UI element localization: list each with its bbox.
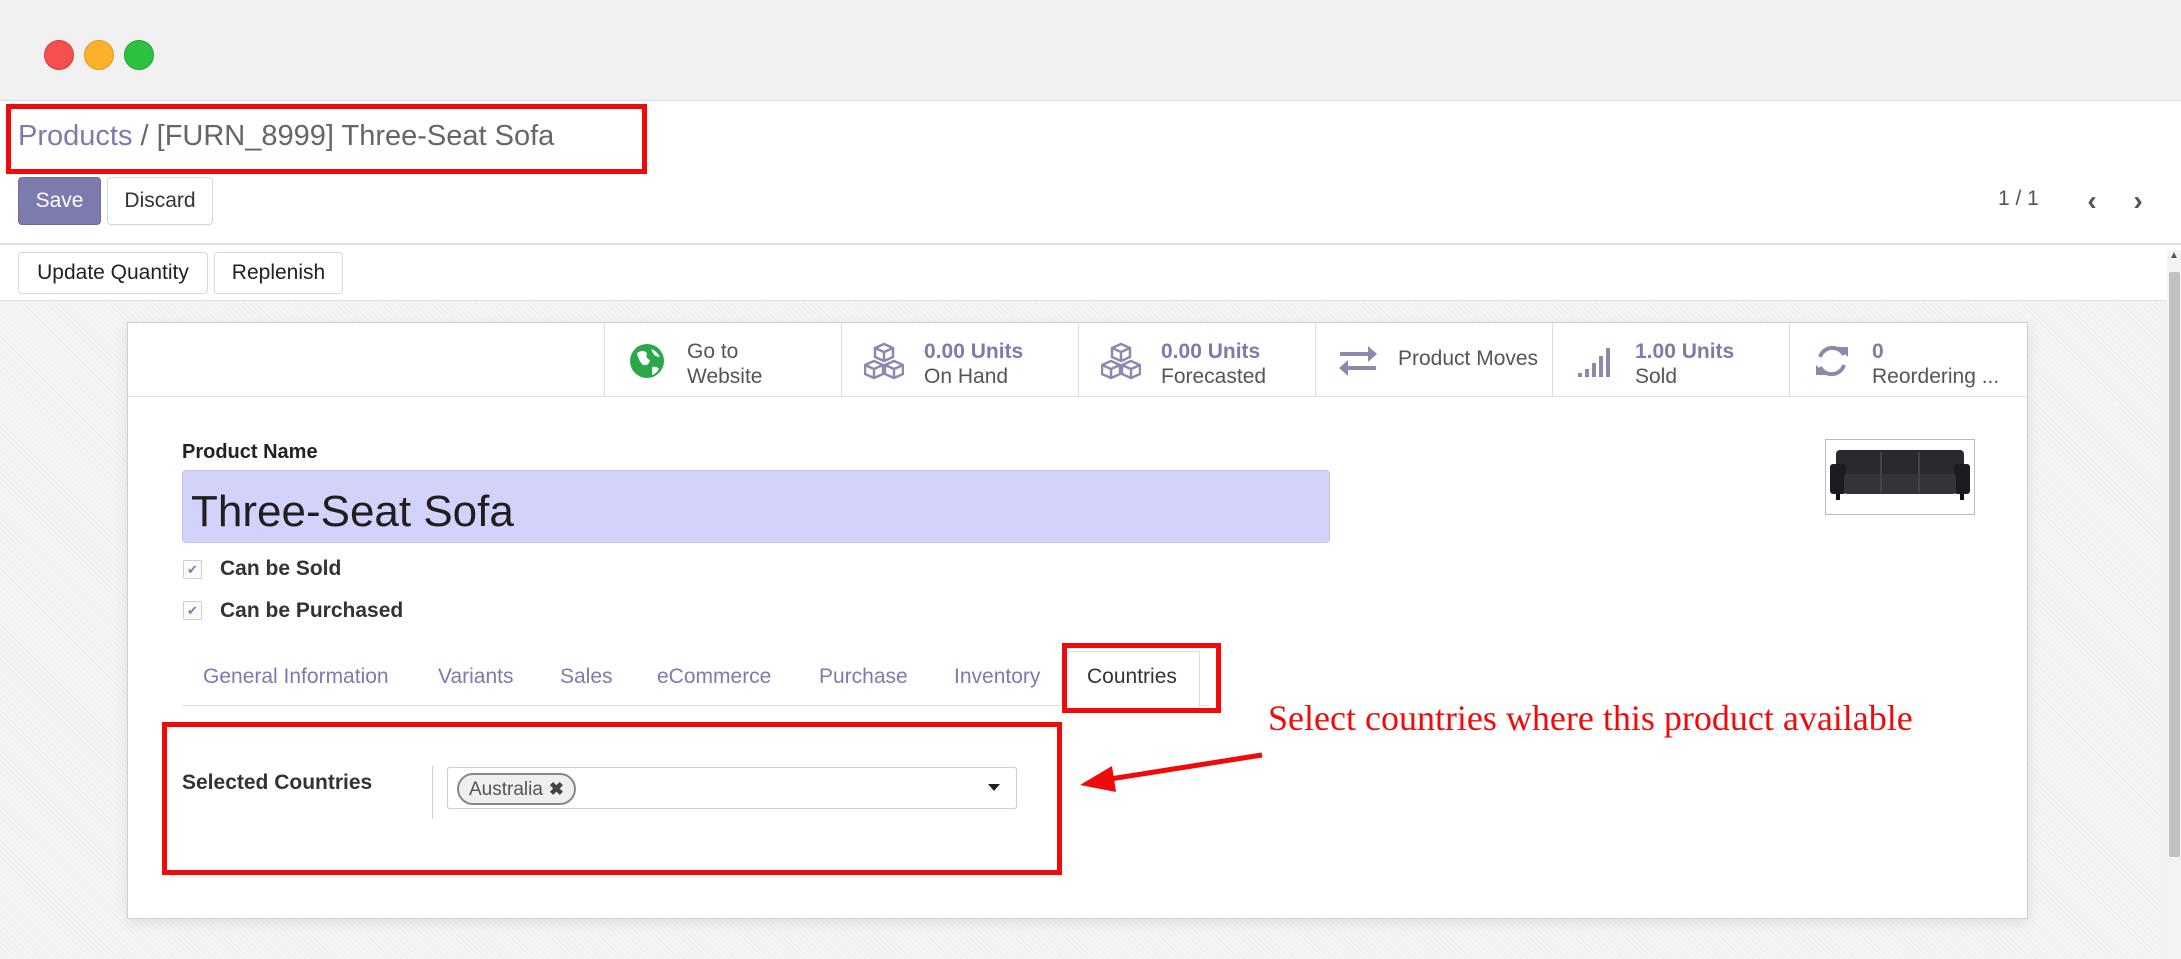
chevron-right-icon[interactable]: ›: [2123, 184, 2153, 218]
smart-button-forecasted[interactable]: 0.00 Units Forecasted: [1078, 323, 1315, 396]
tabs-baseline: [182, 705, 1210, 706]
can-be-purchased-label: Can be Purchased: [220, 599, 404, 622]
replenish-button[interactable]: Replenish: [214, 252, 343, 294]
scrollbar-thumb[interactable]: [2169, 272, 2180, 857]
tab-general-information[interactable]: General Information: [203, 665, 389, 689]
sold-label: Sold: [1635, 365, 1678, 388]
smart-button-website[interactable]: Go to Website: [604, 323, 841, 396]
on-hand-label: On Hand: [924, 365, 1009, 388]
annotation-highlight-breadcrumb: [6, 104, 647, 174]
product-name-input[interactable]: [182, 470, 1330, 543]
scroll-up-icon[interactable]: ▲: [2168, 250, 2180, 266]
signal-bars-icon: [1578, 348, 1610, 377]
annotation-text: Select countries where this product avai…: [1268, 698, 1913, 738]
update-quantity-button[interactable]: Update Quantity: [18, 252, 208, 294]
reordering-label: Reordering ...: [1872, 365, 2000, 388]
forecasted-value: 0.00 Units: [1161, 340, 1261, 363]
pager-value[interactable]: 1 / 1: [1998, 187, 2039, 211]
website-line2: Website: [687, 365, 763, 388]
globe-icon: [630, 344, 664, 378]
window-titlebar: [0, 0, 2181, 101]
annotation-highlight-countries-tab: [1062, 643, 1221, 713]
website-line1: Go to: [687, 340, 739, 363]
tab-purchase[interactable]: Purchase: [819, 665, 908, 689]
exchange-arrows-icon: [1339, 346, 1377, 376]
can-be-sold-label: Can be Sold: [220, 557, 342, 580]
sofa-image: [1830, 450, 1970, 500]
can-be-sold-checkbox[interactable]: ✔: [183, 560, 202, 579]
save-button[interactable]: Save: [18, 177, 101, 225]
product-moves-label: Product Moves: [1398, 347, 1539, 370]
smart-button-reordering[interactable]: 0 Reordering ...: [1789, 323, 2027, 396]
tab-inventory[interactable]: Inventory: [954, 665, 1040, 689]
maximize-window-button[interactable]: [124, 40, 154, 70]
close-window-button[interactable]: [44, 40, 74, 70]
tab-variants[interactable]: Variants: [438, 665, 513, 689]
annotation-arrow: [1080, 752, 1263, 792]
on-hand-value: 0.00 Units: [924, 340, 1024, 363]
smart-button-product-moves[interactable]: Product Moves: [1315, 323, 1552, 396]
product-name-label: Product Name: [182, 441, 318, 463]
refresh-icon: [1816, 345, 1848, 377]
can-be-purchased-checkbox[interactable]: ✔: [183, 601, 202, 620]
smart-button-sold[interactable]: 1.00 Units Sold: [1552, 323, 1789, 396]
smart-button-on-hand[interactable]: 0.00 Units On Hand: [841, 323, 1078, 396]
annotation-highlight-countries-field: [162, 722, 1062, 875]
sold-value: 1.00 Units: [1635, 340, 1735, 363]
product-image[interactable]: [1825, 439, 1975, 515]
tab-ecommerce[interactable]: eCommerce: [657, 665, 771, 689]
minimize-window-button[interactable]: [84, 40, 114, 70]
cubes-icon: [864, 342, 904, 380]
reordering-value: 0: [1872, 340, 1884, 363]
forecasted-label: Forecasted: [1161, 365, 1267, 388]
tab-sales[interactable]: Sales: [560, 665, 613, 689]
cubes-icon: [1101, 342, 1141, 380]
chevron-left-icon[interactable]: ‹: [2077, 184, 2107, 218]
discard-button[interactable]: Discard: [107, 177, 213, 225]
